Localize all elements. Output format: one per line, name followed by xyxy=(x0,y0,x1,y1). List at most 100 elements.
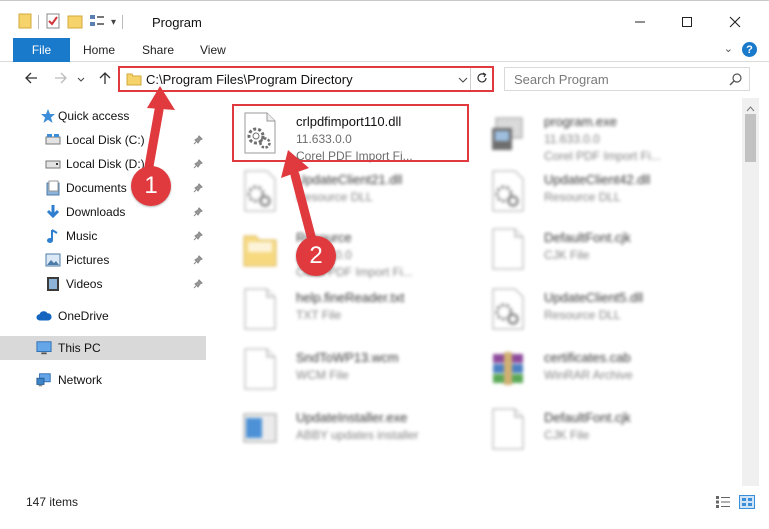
documents-icon xyxy=(45,180,61,196)
address-path[interactable]: C:\Program Files\Program Directory xyxy=(146,72,353,87)
file-version: 11.633.0.0 xyxy=(544,132,600,146)
network-icon xyxy=(36,372,52,388)
properties-icon[interactable] xyxy=(45,13,61,32)
sidebar-item-documents[interactable]: Documents xyxy=(0,176,206,200)
sidebar-item-network[interactable]: Network xyxy=(0,368,206,392)
tab-home[interactable]: Home xyxy=(83,43,115,57)
sidebar-item-downloads[interactable]: Downloads xyxy=(0,200,206,224)
search-icon[interactable] xyxy=(729,72,743,89)
pin-icon[interactable] xyxy=(193,254,203,268)
file-item-updateinstaller-exe[interactable]: UpdateInstaller.exe ABBY updates install… xyxy=(234,402,464,458)
tab-view[interactable]: View xyxy=(200,43,226,57)
window-title: Program xyxy=(152,15,202,30)
new-folder-icon[interactable] xyxy=(67,13,83,32)
file-item-resource[interactable]: Resource 11.633.0.0 Corel PDF Import Fi.… xyxy=(234,222,464,279)
file-item-updateclient5-dll[interactable]: UpdateClient5.dll Resource DLL xyxy=(482,282,712,338)
sidebar-item-label: Videos xyxy=(66,277,103,291)
sidebar-item-videos[interactable]: Videos xyxy=(0,272,206,296)
sidebar-item-pictures[interactable]: Pictures xyxy=(0,248,206,272)
minimize-button[interactable] xyxy=(617,9,663,37)
file-item-updateclient21-dll[interactable]: UpdateClient21.dll Resource DLL xyxy=(234,164,464,220)
maximize-button[interactable] xyxy=(664,9,710,37)
blank-file-icon xyxy=(242,348,282,392)
sidebar-item-label: Network xyxy=(58,373,103,387)
file-item-updateclient42-dll[interactable]: UpdateClient42.dll Resource DLL xyxy=(482,164,712,220)
folder-icon xyxy=(242,228,282,272)
videos-icon xyxy=(45,276,61,292)
drive-icon xyxy=(45,132,61,148)
sidebar-item-local-disk-d[interactable]: Local Disk (D:) xyxy=(0,152,206,176)
navigation-bar: C:\Program Files\Program Directory xyxy=(0,62,769,96)
refresh-button[interactable] xyxy=(470,68,492,90)
step-1-badge: 1 xyxy=(131,166,171,206)
expand-ribbon-icon[interactable]: ⌄ xyxy=(724,42,733,55)
up-button[interactable] xyxy=(96,70,114,88)
file-name: DefaultFont.cjk xyxy=(544,410,631,425)
file-type: CJK File xyxy=(544,428,590,442)
address-bar[interactable]: C:\Program Files\Program Directory xyxy=(118,66,494,92)
view-options-icon[interactable] xyxy=(89,13,105,32)
file-item-program-exe[interactable]: program.exe 11.633.0.0 Corel PDF Import … xyxy=(482,106,712,163)
file-item-defaultfont-cjk[interactable]: DefaultFont.cjk CJK File xyxy=(482,402,712,458)
pin-icon[interactable] xyxy=(193,206,203,220)
forward-button[interactable] xyxy=(52,70,70,88)
scrollbar-thumb[interactable] xyxy=(745,114,756,162)
chevron-down-icon[interactable] xyxy=(458,73,468,87)
close-button[interactable] xyxy=(712,9,758,37)
music-icon xyxy=(45,228,61,244)
folder-icon[interactable] xyxy=(18,13,32,32)
large-icons-view-icon[interactable] xyxy=(739,495,755,509)
file-item-defaultfont-cjk[interactable]: DefaultFont.cjk CJK File xyxy=(482,222,712,278)
back-button[interactable] xyxy=(22,70,40,88)
file-type: Resource DLL xyxy=(296,190,373,204)
file-item-help-finereader-txt[interactable]: help.fineReader.txt TXT File xyxy=(234,282,464,338)
sidebar-item-label: Quick access xyxy=(58,109,130,123)
file-name: SndToWP13.wcm xyxy=(296,350,399,365)
recent-locations-button[interactable] xyxy=(76,70,86,88)
maximize-icon xyxy=(681,16,693,31)
file-name: UpdateClient21.dll xyxy=(296,172,403,187)
blank-file-icon xyxy=(490,408,530,452)
vertical-scrollbar[interactable] xyxy=(742,98,759,486)
pin-icon[interactable] xyxy=(193,278,203,292)
sidebar-item-label: OneDrive xyxy=(58,309,109,323)
customize-toolbar-icon[interactable]: ▾ xyxy=(111,17,116,28)
file-name: UpdateClient5.dll xyxy=(544,290,644,305)
search-box[interactable] xyxy=(504,67,750,91)
sidebar-item-local-disk-c[interactable]: Local Disk (C:) xyxy=(0,128,206,152)
pictures-icon xyxy=(45,252,61,268)
file-item-certificates-cab[interactable]: certificates.cab WinRAR Archive xyxy=(482,342,712,398)
drive-icon xyxy=(45,156,61,172)
sidebar-item-label: Documents xyxy=(66,181,127,195)
file-type: Resource DLL xyxy=(544,190,621,204)
pin-icon[interactable] xyxy=(193,182,203,196)
file-item-sndtowp13-wcm[interactable]: SndToWP13.wcm WCM File xyxy=(234,342,464,398)
details-view-icon[interactable] xyxy=(715,495,731,509)
exe-icon xyxy=(490,112,530,156)
folder-icon xyxy=(126,72,142,89)
help-icon[interactable]: ? xyxy=(742,42,757,57)
tab-share[interactable]: Share xyxy=(142,43,174,57)
chevron-up-icon[interactable] xyxy=(746,101,755,115)
file-name: help.fineReader.txt xyxy=(296,290,405,305)
close-icon xyxy=(729,16,741,31)
computer-icon xyxy=(36,340,52,356)
pin-icon[interactable] xyxy=(193,158,203,172)
title-bar: ▾ Program xyxy=(0,0,769,40)
sidebar-item-this-pc[interactable]: This PC xyxy=(0,336,206,360)
sidebar-item-onedrive[interactable]: OneDrive xyxy=(0,304,206,328)
search-input[interactable] xyxy=(505,68,723,90)
sidebar-item-label: Local Disk (D:) xyxy=(66,157,145,171)
sidebar-item-label: Pictures xyxy=(66,253,110,267)
sidebar-item-quick-access[interactable]: Quick access xyxy=(0,104,206,128)
file-description: Corel PDF Import Fi... xyxy=(544,149,661,163)
star-icon xyxy=(40,108,56,124)
file-type: TXT File xyxy=(296,308,342,322)
sidebar-item-music[interactable]: Music xyxy=(0,224,206,248)
tab-file[interactable]: File xyxy=(13,38,70,62)
dll-gear-icon xyxy=(242,170,282,214)
sidebar-item-label: Local Disk (C:) xyxy=(66,133,145,147)
sidebar-item-label: Music xyxy=(66,229,98,243)
pin-icon[interactable] xyxy=(193,134,203,148)
pin-icon[interactable] xyxy=(193,230,203,244)
